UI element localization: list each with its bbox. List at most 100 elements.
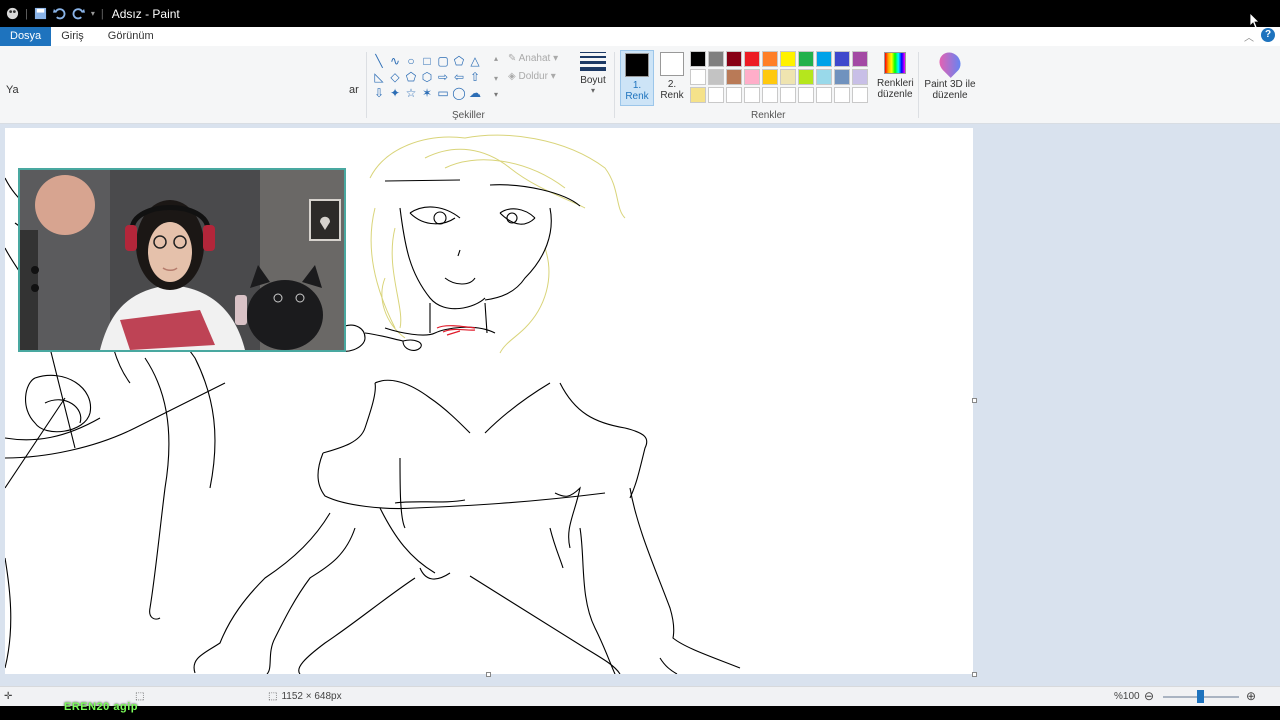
color1-button[interactable]: 1. Renk: [620, 50, 654, 106]
palette-swatch[interactable]: [726, 87, 742, 103]
zoom-slider-thumb[interactable]: [1197, 690, 1204, 703]
line-shape-icon[interactable]: ╲: [372, 54, 386, 68]
palette-swatch[interactable]: [852, 87, 868, 103]
palette-swatch[interactable]: [798, 51, 814, 67]
callout-rect-shape-icon[interactable]: ▭: [436, 86, 450, 100]
callout-oval-shape-icon[interactable]: ◯: [452, 86, 466, 100]
title-bar: | ▾ | Adsız - Paint: [0, 0, 1280, 29]
canvas-size-readout: ⬚ 1152 × 648px: [268, 691, 342, 702]
palette-swatch[interactable]: [834, 87, 850, 103]
shapes-scroll-up-icon[interactable]: ▴: [494, 54, 498, 63]
canvas-resize-handle-corner[interactable]: [972, 672, 977, 677]
paint-app-icon[interactable]: [6, 7, 19, 20]
callout-cloud-shape-icon[interactable]: ☁: [468, 86, 482, 100]
stream-bottom-bar: [0, 706, 1280, 720]
palette-swatch[interactable]: [816, 87, 832, 103]
hexagon-shape-icon[interactable]: ⬡: [420, 70, 434, 84]
arrow-up-shape-icon[interactable]: ⇧: [468, 70, 482, 84]
ribbon-separator: [614, 52, 615, 118]
paint3d-label-2: düzenle: [932, 90, 968, 101]
color1-swatch: [625, 53, 649, 77]
help-icon[interactable]: ?: [1261, 28, 1275, 42]
palette-swatch[interactable]: [744, 69, 760, 85]
palette-swatch[interactable]: [780, 87, 796, 103]
palette-swatch[interactable]: [816, 69, 832, 85]
shapes-scroll-down-icon[interactable]: ▾: [494, 74, 498, 83]
star-4-shape-icon[interactable]: ✦: [388, 86, 402, 100]
zoom-in-icon[interactable]: ⊕: [1246, 689, 1256, 703]
shapes-more-icon[interactable]: ▾: [494, 90, 498, 99]
customize-toolbar-icon[interactable]: ▾: [91, 9, 95, 18]
size-button[interactable]: Boyut ▾: [578, 52, 608, 95]
edit-colors-button[interactable]: Renkleri düzenle: [877, 52, 914, 100]
arrow-down-shape-icon[interactable]: ⇩: [372, 86, 386, 100]
canvas-size-text: 1152 × 648px: [281, 691, 342, 702]
shapes-group-label: Şekiller: [452, 110, 485, 121]
palette-swatch[interactable]: [690, 69, 706, 85]
palette-swatch[interactable]: [726, 51, 742, 67]
palette-swatch[interactable]: [762, 87, 778, 103]
tab-home[interactable]: Giriş: [51, 27, 94, 46]
paint3d-icon: [935, 48, 965, 78]
star-5-shape-icon[interactable]: ☆: [404, 86, 418, 100]
star-6-shape-icon[interactable]: ✶: [420, 86, 434, 100]
outline-dropdown[interactable]: ✎ Anahat ▾: [508, 53, 558, 64]
polygon-shape-icon[interactable]: ⬠: [452, 54, 466, 68]
webcam-video: [20, 170, 344, 350]
pentagon-shape-icon[interactable]: ⬠: [404, 70, 418, 84]
save-icon[interactable]: [34, 7, 47, 20]
stream-overlay-text: EREN20 agip: [64, 701, 138, 713]
tab-view[interactable]: Görünüm: [98, 27, 164, 46]
fill-dropdown[interactable]: ◈ Doldur ▾: [508, 71, 556, 82]
clipped-label-right: ar: [349, 84, 359, 96]
paint3d-label-1: Paint 3D ile: [924, 79, 976, 90]
oval-shape-icon[interactable]: ○: [404, 54, 418, 68]
palette-swatch[interactable]: [708, 69, 724, 85]
webcam-overlay: [18, 168, 346, 352]
palette-swatch[interactable]: [762, 69, 778, 85]
color2-button[interactable]: 2. Renk: [655, 50, 689, 101]
curve-shape-icon[interactable]: ∿: [388, 54, 402, 68]
palette-swatch[interactable]: [852, 69, 868, 85]
tab-file[interactable]: Dosya: [0, 27, 52, 46]
paint3d-button[interactable]: Paint 3D ile düzenle: [924, 48, 976, 101]
arrow-left-shape-icon[interactable]: ⇦: [452, 70, 466, 84]
palette-swatch[interactable]: [744, 87, 760, 103]
rounded-rect-shape-icon[interactable]: ▢: [436, 54, 450, 68]
undo-icon[interactable]: [52, 7, 66, 20]
palette-swatch[interactable]: [690, 51, 706, 67]
toolbar-divider: |: [25, 7, 28, 20]
rectangle-shape-icon[interactable]: □: [420, 54, 434, 68]
right-triangle-shape-icon[interactable]: ◺: [372, 70, 386, 84]
palette-swatch[interactable]: [726, 69, 742, 85]
palette-swatch[interactable]: [744, 51, 760, 67]
palette-swatch[interactable]: [780, 51, 796, 67]
palette-swatch[interactable]: [834, 51, 850, 67]
palette-swatch[interactable]: [834, 69, 850, 85]
fill-label: Doldur: [518, 71, 548, 82]
palette-swatch[interactable]: [780, 69, 796, 85]
canvas-resize-handle-bottom[interactable]: [486, 672, 491, 677]
colors-group-label: Renkler: [751, 110, 786, 121]
redo-icon[interactable]: [72, 7, 85, 20]
clipped-label-left: Ya: [6, 84, 19, 96]
collapse-ribbon-icon[interactable]: ︿: [1244, 29, 1254, 44]
palette-swatch[interactable]: [798, 87, 814, 103]
color2-label-text: Renk: [660, 90, 684, 101]
triangle-shape-icon[interactable]: △: [468, 54, 482, 68]
arrow-right-shape-icon[interactable]: ⇨: [436, 70, 450, 84]
palette-swatch[interactable]: [852, 51, 868, 67]
palette-swatch[interactable]: [816, 51, 832, 67]
palette-swatch[interactable]: [798, 69, 814, 85]
canvas-size-icon: ⬚: [268, 691, 278, 702]
zoom-out-icon[interactable]: ⊖: [1144, 689, 1154, 703]
palette-swatch[interactable]: [690, 87, 706, 103]
palette-swatch[interactable]: [708, 87, 724, 103]
palette-swatch[interactable]: [708, 51, 724, 67]
diamond-shape-icon[interactable]: ◇: [388, 70, 402, 84]
line-size-icon: [580, 52, 606, 71]
status-bar: ✛ ⬚ ⬚ 1152 × 648px %100 ⊖ ⊕: [0, 686, 1280, 706]
palette-swatch[interactable]: [762, 51, 778, 67]
canvas-resize-handle-right[interactable]: [972, 398, 977, 403]
edit-colors-icon: [884, 52, 906, 74]
